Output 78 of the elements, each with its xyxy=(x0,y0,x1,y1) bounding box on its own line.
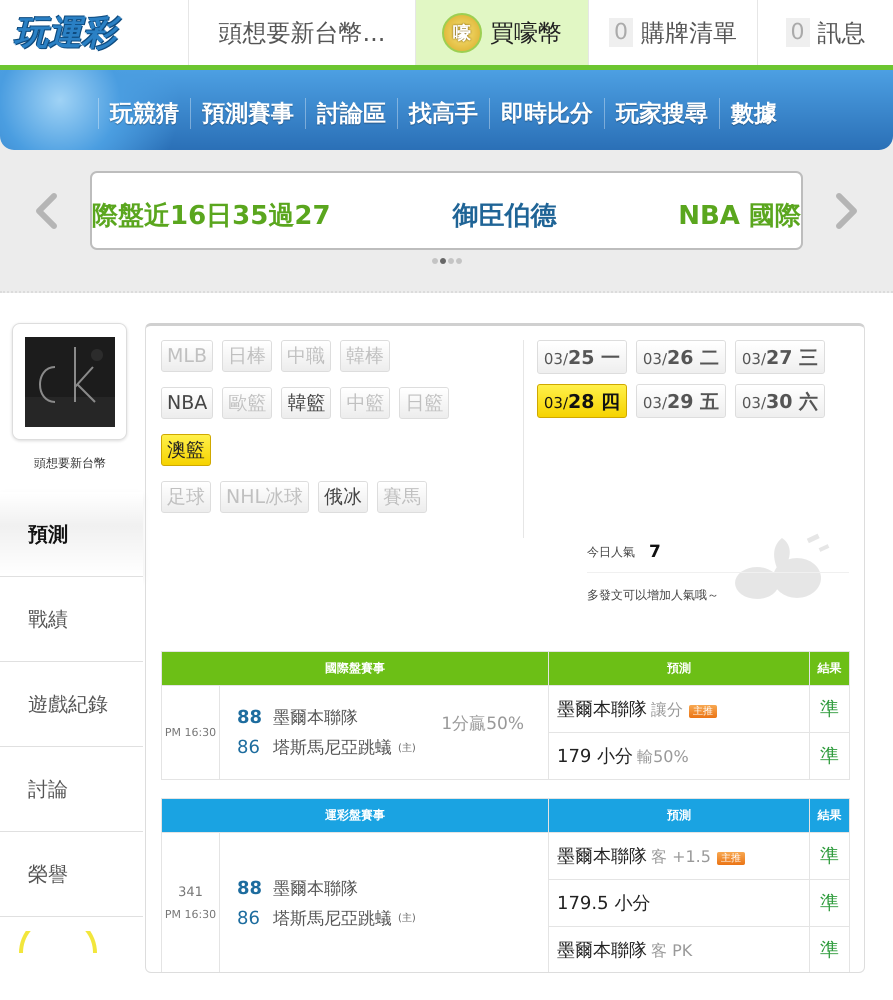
pick-text: 墨爾本聯隊 xyxy=(557,940,647,961)
team-score: 88 xyxy=(237,878,264,898)
header-tab[interactable]: 0 購牌清單 xyxy=(588,0,757,65)
popularity-value: 7 xyxy=(649,542,661,562)
header-tab[interactable]: 嚎 買嚎幣 xyxy=(415,0,588,65)
result-cell: 準 xyxy=(810,880,850,926)
popularity-label: 今日人氣 xyxy=(587,544,635,560)
sidebar-item[interactable]: 預測 xyxy=(0,492,143,577)
team-score: 88 xyxy=(237,707,264,728)
next-icon[interactable] xyxy=(835,192,859,228)
date-button[interactable]: 03/30 六 xyxy=(735,384,825,418)
team-score: 86 xyxy=(237,908,261,928)
pick-detail: 客 +1.5 xyxy=(651,847,711,866)
pick-detail: 讓分 xyxy=(651,700,683,719)
nav-link[interactable]: 預測賽事 xyxy=(190,98,305,128)
column-header: 預測 xyxy=(548,652,810,686)
column-header: 預測 xyxy=(548,798,810,832)
handicap-note: 1分贏50% xyxy=(441,713,524,735)
result-cell: 準 xyxy=(810,686,850,732)
team-name: 塔斯馬尼亞跳蟻 xyxy=(273,737,392,759)
column-header: 結果 xyxy=(810,798,850,832)
page-dot[interactable] xyxy=(440,258,446,264)
date-button[interactable]: 03/26 二 xyxy=(636,340,726,374)
nav-link[interactable]: 玩家搜尋 xyxy=(604,98,719,128)
pick-text: 179 小分 xyxy=(557,746,634,767)
league-chip[interactable]: 澳籃 xyxy=(161,434,211,466)
tab-label: 頭想要新台幣... xyxy=(218,18,386,48)
team-name: 墨爾本聯隊 xyxy=(273,707,358,729)
tab-label: 買嚎幣 xyxy=(490,18,562,48)
result-cell: 準 xyxy=(810,832,850,880)
tab-label: 訊息 xyxy=(818,18,866,48)
pick-text: 墨爾本聯隊 xyxy=(557,699,647,720)
nav-link[interactable]: 討論區 xyxy=(305,98,397,128)
count-badge: 0 xyxy=(609,18,633,47)
page-dot[interactable] xyxy=(448,258,454,264)
league-chip[interactable]: 俄冰 xyxy=(318,481,368,513)
game-time: PM 16:30 xyxy=(164,726,218,739)
date-button[interactable]: 03/29 五 xyxy=(636,384,726,418)
pick-text: 179.5 小分 xyxy=(557,893,650,914)
home-mark: (主) xyxy=(398,912,416,925)
team-name: 塔斯馬尼亞跳蟻 xyxy=(273,908,392,930)
date-button[interactable]: 03/28 四 xyxy=(537,384,627,418)
popularity-hint: 多發文可以增加人氣哦～ xyxy=(587,587,720,604)
nav-link[interactable]: 找高手 xyxy=(397,98,489,128)
featured-badge: 主推 xyxy=(689,704,717,718)
column-header: 運彩盤賽事 xyxy=(162,798,548,832)
date-button[interactable]: 03/27 三 xyxy=(735,340,825,374)
previous-icon[interactable] xyxy=(34,192,58,228)
game-number: 341 xyxy=(177,885,204,900)
promo-text: 御臣伯德 xyxy=(452,200,556,233)
game-time: PM 16:30 xyxy=(164,908,218,921)
pick-text: 墨爾本聯隊 xyxy=(557,846,647,867)
date-button[interactable]: 03/25 一 xyxy=(537,340,627,374)
promo-text: NBA 國際 xyxy=(678,200,801,233)
promo-text: 際盤近16日35過27 xyxy=(92,200,331,233)
league-chip[interactable]: 韓籃 xyxy=(281,387,332,419)
league-chip[interactable]: NBA xyxy=(161,387,214,419)
page-dot[interactable] xyxy=(432,258,438,264)
tab-label: 購牌清單 xyxy=(641,18,737,48)
page-dot[interactable] xyxy=(456,258,462,264)
pick-detail: 客 PK xyxy=(651,941,692,960)
home-mark: (主) xyxy=(398,742,416,754)
nav-link[interactable]: 數據 xyxy=(719,98,788,128)
promo-banner[interactable]: 際盤近16日35過27 御臣伯德 NBA 國際 xyxy=(90,171,803,250)
pick-detail: 輸50% xyxy=(637,747,689,766)
nav-link[interactable]: 即時比分 xyxy=(489,98,604,128)
username: 頭想要新台幣 xyxy=(33,455,107,472)
team-name: 墨爾本聯隊 xyxy=(273,878,358,900)
header-tab[interactable]: 0 訊息 xyxy=(757,0,893,65)
team-score: 86 xyxy=(237,737,261,758)
logo[interactable]: 玩運彩 xyxy=(0,0,188,65)
featured-badge: 主推 xyxy=(716,852,745,865)
coin-icon: 嚎 xyxy=(442,12,482,52)
column-header: 國際盤賽事 xyxy=(162,652,548,686)
ring-icon xyxy=(18,931,98,953)
count-badge: 0 xyxy=(786,18,810,47)
result-cell: 準 xyxy=(810,732,850,780)
column-header: 結果 xyxy=(810,652,850,686)
